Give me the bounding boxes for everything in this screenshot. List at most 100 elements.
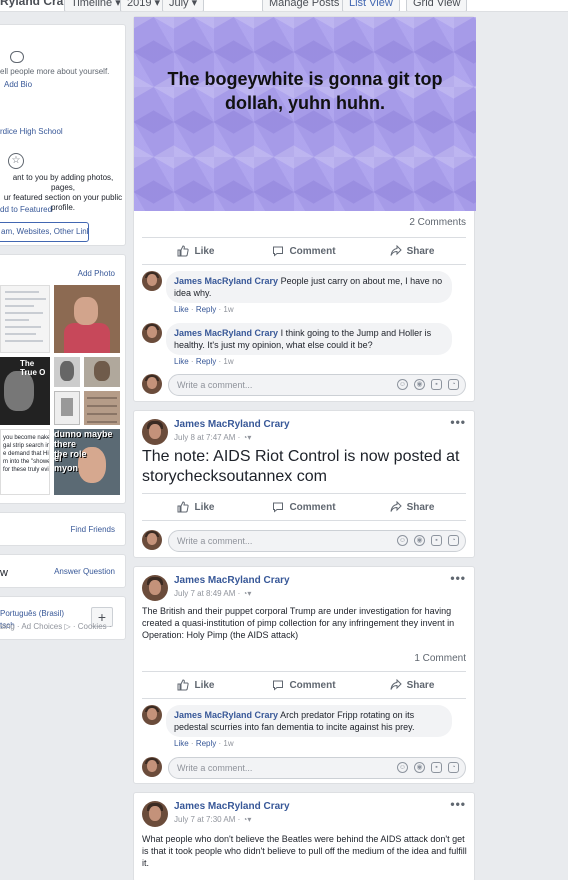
post-author[interactable]: James MacRyland Crary bbox=[174, 575, 290, 586]
comment-author[interactable]: James MacRyland Crary bbox=[174, 710, 278, 720]
comment-meta: Like · Reply · 1w bbox=[174, 305, 234, 314]
comment-time[interactable]: 1w bbox=[223, 739, 233, 748]
photo-thumb[interactable] bbox=[0, 285, 50, 353]
sticker-icon[interactable]: ◔ bbox=[448, 535, 459, 546]
photo-thumb[interactable]: dunno maybe there the role el myon bbox=[54, 429, 120, 495]
avatar[interactable] bbox=[142, 271, 162, 291]
add-links-button[interactable]: am, Websites, Other Links bbox=[0, 222, 89, 242]
more-options-icon[interactable]: ••• bbox=[450, 415, 466, 429]
school-link[interactable]: rdice High School bbox=[0, 127, 63, 136]
star-icon: ☆ bbox=[8, 153, 24, 169]
post-date[interactable]: July 7 at 7:30 AM · ◔▾ bbox=[174, 815, 251, 824]
avatar[interactable] bbox=[142, 575, 168, 601]
camera-icon[interactable]: ◉ bbox=[414, 535, 425, 546]
comment-author[interactable]: James MacRyland Crary bbox=[174, 328, 278, 338]
thumbs-up-icon bbox=[177, 679, 190, 691]
comment-author[interactable]: James MacRyland Crary bbox=[174, 276, 278, 286]
photo-caption: you become naked gal strip search in h e… bbox=[3, 435, 50, 473]
top-bar: Ryland Crary Timeline ▾ 2019 ▾ July ▾ Ma… bbox=[0, 0, 568, 12]
list-view-button[interactable]: List View bbox=[342, 0, 400, 11]
gif-icon[interactable]: ▪ bbox=[431, 762, 442, 773]
comment-input[interactable]: Write a comment... ☺ ◉ ▪ ◔ bbox=[168, 530, 466, 552]
comment-count[interactable]: 1 Comment bbox=[414, 653, 466, 664]
footer-links[interactable]: sing · Ad Choices ▷ · Cookies · bbox=[0, 622, 112, 631]
timeline-dropdown[interactable]: Timeline ▾ bbox=[64, 0, 128, 11]
grid-view-button[interactable]: Grid View bbox=[406, 0, 468, 11]
avatar[interactable] bbox=[142, 419, 168, 445]
comment-like-link[interactable]: Like bbox=[174, 357, 189, 366]
post: The bogeywhite is gonna git top dollah, … bbox=[133, 16, 476, 402]
emoji-icon[interactable]: ☺ bbox=[397, 535, 408, 546]
avatar[interactable] bbox=[142, 374, 162, 394]
manage-posts-button[interactable]: Manage Posts bbox=[262, 0, 347, 11]
post-date[interactable]: July 8 at 7:47 AM · ◔▾ bbox=[174, 433, 251, 442]
globe-icon: ◔▾ bbox=[242, 815, 252, 824]
like-button[interactable]: Like bbox=[142, 672, 250, 698]
add-photo-link[interactable]: Add Photo bbox=[78, 269, 115, 278]
comment-count[interactable]: 2 Comments bbox=[409, 217, 466, 228]
comment-like-link[interactable]: Like bbox=[174, 305, 189, 314]
post-author[interactable]: James MacRyland Crary bbox=[174, 801, 290, 812]
like-button[interactable]: Like bbox=[142, 238, 250, 264]
sticker-icon[interactable]: ◔ bbox=[448, 379, 459, 390]
camera-icon[interactable]: ◉ bbox=[414, 762, 425, 773]
post-body: The British and their puppet corporal Tr… bbox=[142, 606, 455, 640]
avatar[interactable] bbox=[142, 323, 162, 343]
speech-bubble-icon bbox=[273, 680, 284, 691]
post-date[interactable]: July 7 at 8:49 AM · ◔▾ bbox=[174, 589, 251, 598]
comment-input[interactable]: Write a comment... ☺ ◉ ▪ ◔ bbox=[168, 757, 466, 779]
photo-thumb[interactable]: The True O bbox=[0, 357, 50, 425]
photo-thumb[interactable] bbox=[54, 285, 120, 353]
emoji-icon[interactable]: ☺ bbox=[397, 762, 408, 773]
emoji-icon[interactable]: ☺ bbox=[397, 379, 408, 390]
intro-card: ell people more about yourself. Add Bio … bbox=[0, 24, 126, 246]
photo-thumb[interactable] bbox=[54, 391, 80, 425]
avatar[interactable] bbox=[142, 757, 162, 777]
gif-icon[interactable]: ▪ bbox=[431, 379, 442, 390]
comment-time[interactable]: 1w bbox=[223, 357, 233, 366]
photo-thumb[interactable] bbox=[84, 357, 120, 387]
share-button[interactable]: Share bbox=[358, 494, 466, 520]
comment-reply-link[interactable]: Reply bbox=[196, 357, 216, 366]
month-dropdown[interactable]: July ▾ bbox=[162, 0, 205, 11]
answer-question-link[interactable]: Answer Question bbox=[54, 567, 115, 576]
speech-bubble-icon bbox=[273, 246, 284, 257]
photo-caption: el myon bbox=[54, 453, 79, 473]
left-column: ell people more about yourself. Add Bio … bbox=[0, 12, 126, 640]
comment-input[interactable]: Write a comment... ☺ ◉ ▪ ◔ bbox=[168, 374, 466, 396]
comment-like-link[interactable]: Like bbox=[174, 739, 189, 748]
comment-button[interactable]: Comment bbox=[250, 672, 358, 698]
post-author[interactable]: James MacRyland Crary bbox=[174, 419, 290, 430]
thumbs-up-icon bbox=[177, 245, 190, 257]
more-options-icon[interactable]: ••• bbox=[450, 797, 466, 811]
more-options-icon[interactable]: ••• bbox=[450, 571, 466, 585]
like-button[interactable]: Like bbox=[142, 494, 250, 520]
post-actions: Like Comment Share bbox=[142, 494, 466, 520]
timeline-feed: The bogeywhite is gonna git top dollah, … bbox=[133, 16, 476, 880]
comment-bubble: James MacRyland Crary I think going to t… bbox=[166, 323, 452, 355]
avatar[interactable] bbox=[142, 705, 162, 725]
share-button[interactable]: Share bbox=[358, 672, 466, 698]
add-bio-link[interactable]: Add Bio bbox=[4, 80, 32, 89]
camera-icon[interactable]: ◉ bbox=[414, 379, 425, 390]
comment-button[interactable]: Comment bbox=[250, 494, 358, 520]
photo-thumb[interactable]: you become naked gal strip search in h e… bbox=[0, 429, 50, 495]
share-button[interactable]: Share bbox=[358, 238, 466, 264]
avatar[interactable] bbox=[142, 530, 162, 550]
globe-icon: ◔▾ bbox=[242, 589, 252, 598]
avatar[interactable] bbox=[142, 801, 168, 827]
find-friends-link[interactable]: Find Friends bbox=[71, 525, 115, 534]
photo-thumb[interactable] bbox=[84, 391, 120, 425]
photo-thumb[interactable] bbox=[54, 357, 80, 387]
comment-button[interactable]: Comment bbox=[250, 238, 358, 264]
comment-reply-link[interactable]: Reply bbox=[196, 739, 216, 748]
comment-reply-link[interactable]: Reply bbox=[196, 305, 216, 314]
friends-card: Find Friends bbox=[0, 512, 126, 546]
sticker-icon[interactable]: ◔ bbox=[448, 762, 459, 773]
post-actions: Like Comment Share bbox=[142, 238, 466, 264]
language-link[interactable]: Português (Brasil) bbox=[0, 609, 64, 618]
gif-icon[interactable]: ▪ bbox=[431, 535, 442, 546]
year-dropdown[interactable]: 2019 ▾ bbox=[120, 0, 168, 11]
add-to-featured-link[interactable]: dd to Featured bbox=[0, 205, 52, 214]
comment-time[interactable]: 1w bbox=[223, 305, 233, 314]
